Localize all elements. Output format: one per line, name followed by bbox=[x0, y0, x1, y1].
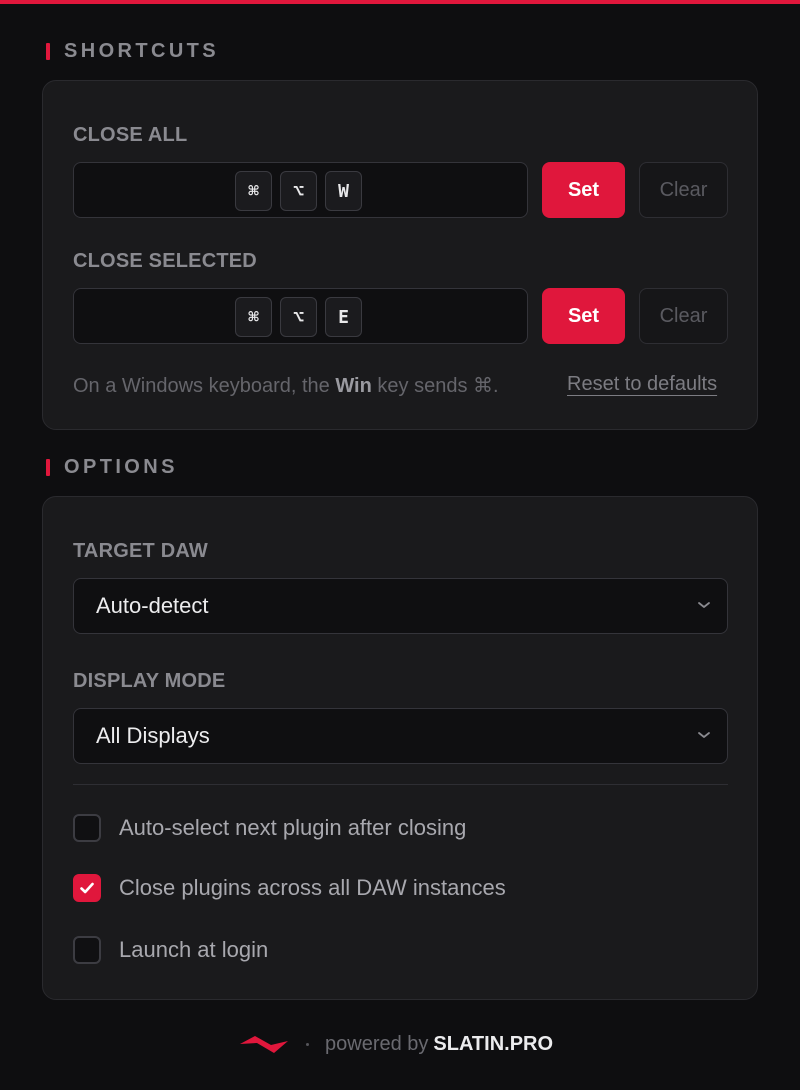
close-all-keys: ⌘ ⌥ W bbox=[235, 171, 362, 211]
close-selected-keys: ⌘ ⌥ E bbox=[235, 297, 362, 337]
close-across-instances-option[interactable]: Close plugins across all DAW instances bbox=[73, 874, 506, 902]
section-marker bbox=[46, 459, 50, 476]
auto-select-next-checkbox[interactable] bbox=[73, 814, 101, 842]
options-card: TARGET DAW Auto-detect DISPLAY MODE All … bbox=[42, 496, 758, 1000]
note-suffix: key sends ⌘. bbox=[371, 375, 499, 397]
top-accent-bar bbox=[0, 0, 800, 4]
shortcuts-section-header: SHORTCUTS bbox=[46, 40, 219, 63]
options-section-header: OPTIONS bbox=[46, 456, 178, 479]
close-selected-clear-button[interactable]: Clear bbox=[639, 288, 728, 344]
chevron-down-icon bbox=[698, 732, 710, 738]
brand-link[interactable]: SLATIN.PRO bbox=[433, 1033, 553, 1056]
note-prefix: On a Windows keyboard, the bbox=[73, 375, 336, 397]
option-key: ⌥ bbox=[280, 297, 317, 337]
windows-key-note: On a Windows keyboard, the Win key sends… bbox=[73, 373, 499, 398]
shortcuts-card: CLOSE ALL ⌘ ⌥ W Set Clear CLOSE SELECTED… bbox=[42, 80, 758, 430]
display-mode-select[interactable]: All Displays bbox=[73, 708, 728, 764]
target-daw-label: TARGET DAW bbox=[73, 540, 208, 562]
powered-by-text: powered by bbox=[325, 1032, 429, 1055]
close-across-instances-label: Close plugins across all DAW instances bbox=[119, 875, 506, 900]
launch-at-login-checkbox[interactable] bbox=[73, 936, 101, 964]
reset-to-defaults-link[interactable]: Reset to defaults bbox=[567, 373, 717, 396]
close-selected-set-button[interactable]: Set bbox=[542, 288, 625, 344]
e-key: E bbox=[325, 297, 362, 337]
close-all-set-button[interactable]: Set bbox=[542, 162, 625, 218]
target-daw-select[interactable]: Auto-detect bbox=[73, 578, 728, 634]
chevron-down-icon bbox=[698, 602, 710, 608]
launch-at-login-label: Launch at login bbox=[119, 937, 269, 962]
options-divider bbox=[73, 784, 728, 785]
shortcuts-section-title: SHORTCUTS bbox=[64, 40, 220, 62]
w-key: W bbox=[325, 171, 362, 211]
note-key: Win bbox=[335, 375, 372, 397]
close-all-shortcut-field[interactable]: ⌘ ⌥ W bbox=[73, 162, 528, 218]
section-marker bbox=[46, 43, 50, 60]
separator-dot bbox=[306, 1042, 309, 1046]
close-all-label: CLOSE ALL bbox=[73, 124, 188, 146]
options-section-title: OPTIONS bbox=[64, 456, 178, 478]
display-mode-label: DISPLAY MODE bbox=[73, 670, 226, 692]
close-selected-label: CLOSE SELECTED bbox=[73, 250, 257, 272]
auto-select-next-label: Auto-select next plugin after closing bbox=[119, 815, 467, 840]
display-mode-value: All Displays bbox=[96, 723, 210, 748]
close-across-instances-checkbox[interactable] bbox=[73, 874, 101, 902]
auto-select-next-option[interactable]: Auto-select next plugin after closing bbox=[73, 814, 466, 842]
close-selected-shortcut-field[interactable]: ⌘ ⌥ E bbox=[73, 288, 528, 344]
footer: powered by SLATIN.PRO bbox=[238, 1024, 553, 1064]
target-daw-value: Auto-detect bbox=[96, 593, 209, 618]
option-key: ⌥ bbox=[280, 171, 317, 211]
command-key: ⌘ bbox=[235, 297, 272, 337]
launch-at-login-option[interactable]: Launch at login bbox=[73, 936, 268, 964]
checkmark-icon bbox=[80, 882, 94, 894]
slatin-logo-icon bbox=[240, 1036, 288, 1053]
command-key: ⌘ bbox=[235, 171, 272, 211]
close-all-clear-button[interactable]: Clear bbox=[639, 162, 728, 218]
